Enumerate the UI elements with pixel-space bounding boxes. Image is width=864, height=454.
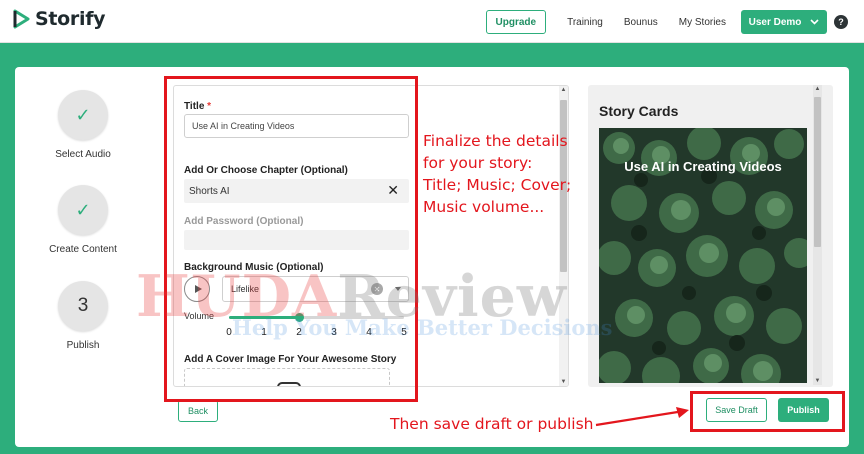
scroll-thumb[interactable]: [814, 97, 821, 247]
step-circle: ✓: [58, 90, 108, 140]
scroll-up-icon[interactable]: ▲: [813, 86, 822, 92]
story-card-caption: Use AI in Creating Videos: [624, 159, 782, 174]
step-circle: 3: [58, 281, 108, 331]
step-select-audio[interactable]: ✓ Select Audio: [23, 90, 143, 160]
app-name: Storify: [35, 8, 106, 30]
step-label: Create Content: [49, 244, 117, 255]
top-header: Storify Upgrade Training Bounus My Stori…: [0, 0, 864, 43]
scroll-down-icon[interactable]: ▼: [559, 379, 568, 385]
back-button[interactable]: Back: [178, 400, 218, 422]
storify-logo[interactable]: Storify: [10, 8, 106, 30]
nav-bonus[interactable]: Bounus: [624, 17, 658, 28]
nav-my-stories[interactable]: My Stories: [679, 17, 726, 28]
story-card-preview[interactable]: Use AI in Creating Videos: [599, 128, 807, 383]
checkmark-icon: ✓: [75, 199, 91, 220]
step-circle: ✓: [58, 185, 108, 235]
details-annotation: Finalize the details for your story: Tit…: [423, 132, 572, 216]
step-label: Publish: [66, 340, 100, 351]
buttons-highlight-box: [690, 391, 845, 432]
preview-scrollbar[interactable]: ▲ ▼: [813, 85, 822, 385]
details-highlight-box: [164, 76, 418, 402]
scroll-down-icon[interactable]: ▼: [813, 378, 822, 384]
step-label: Select Audio: [55, 149, 111, 160]
step-number: 3: [77, 295, 89, 316]
nav-training[interactable]: Training: [567, 17, 603, 28]
user-name: User Demo: [748, 16, 802, 28]
chevron-down-icon: [810, 19, 819, 25]
save-annotation: Then save draft or publish: [390, 415, 594, 433]
story-cards-title: Story Cards: [599, 103, 679, 119]
story-cards-panel: Story Cards Use AI in Creating Videos ▲ …: [588, 85, 833, 387]
user-menu-button[interactable]: User Demo: [741, 10, 827, 34]
top-nav: Upgrade Training Bounus My Stories User …: [485, 10, 848, 34]
upgrade-button[interactable]: Upgrade: [485, 10, 547, 34]
scroll-up-icon[interactable]: ▲: [559, 87, 568, 93]
checkmark-icon: ✓: [75, 104, 91, 125]
help-icon[interactable]: ?: [834, 15, 848, 29]
step-publish[interactable]: 3 Publish: [23, 281, 143, 351]
main-card: ✓ Select Audio ✓ Create Content 3 Publis…: [15, 67, 849, 447]
step-create-content[interactable]: ✓ Create Content: [23, 185, 143, 255]
play-logo-icon: [13, 9, 30, 29]
annotation-arrow-icon: [595, 407, 689, 427]
